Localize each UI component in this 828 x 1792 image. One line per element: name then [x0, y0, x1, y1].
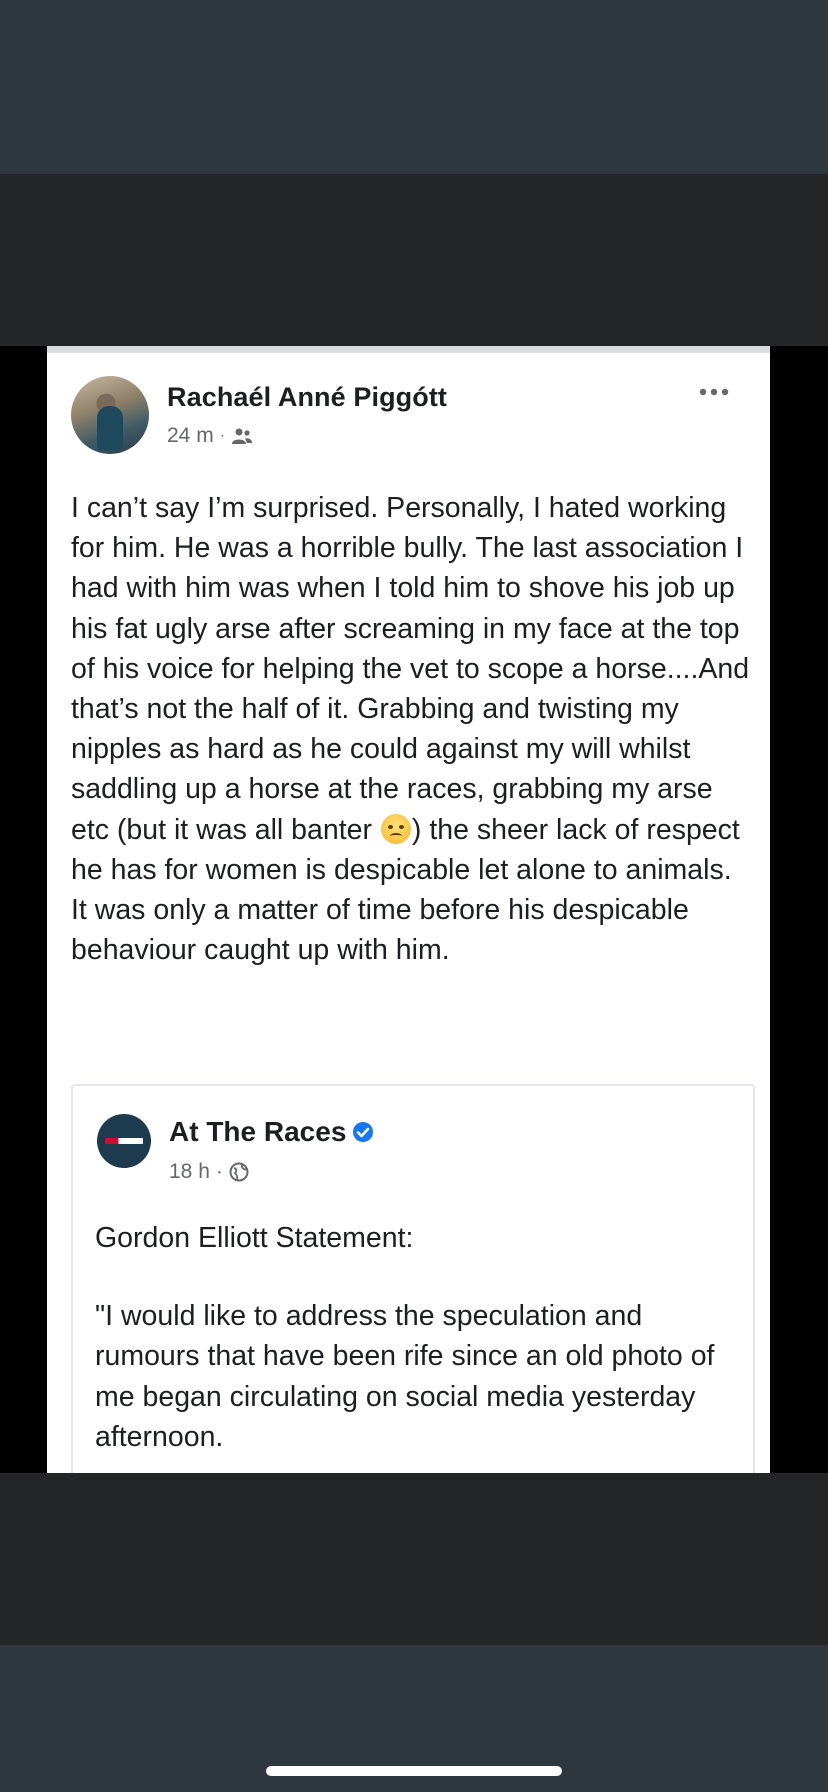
rolling-eyes-emoji-icon	[380, 813, 411, 844]
post-time[interactable]: 24 m	[167, 424, 214, 448]
post-card: Rachaél Anné Piggótt 24 m · I can’t say …	[47, 346, 770, 1473]
shared-post-title: Gordon Elliott Statement:	[95, 1222, 414, 1254]
shared-author-row: At The Races	[169, 1116, 374, 1148]
shared-post-quote: "I would like to address the speculation…	[95, 1300, 715, 1453]
left-margin	[0, 346, 47, 1473]
globe-icon	[229, 1162, 249, 1182]
more-dots-icon[interactable]	[698, 386, 730, 398]
author-avatar[interactable]	[71, 376, 149, 454]
shared-author-name[interactable]: At The Races	[169, 1116, 346, 1148]
verified-badge-icon	[352, 1121, 374, 1143]
shared-meta-separator: ·	[215, 1160, 223, 1183]
top-band	[0, 0, 828, 174]
post-text: I can’t say I’m surprised. Personally, I…	[71, 488, 751, 970]
bottom-dark-band	[0, 1473, 828, 1645]
post-meta: 24 m ·	[167, 424, 253, 448]
card-top-border	[47, 346, 770, 353]
shared-post-time[interactable]: 18 h	[169, 1160, 210, 1184]
friends-icon	[231, 427, 253, 445]
shared-author-avatar[interactable]	[97, 1114, 151, 1168]
post-text-part1: I can’t say I’m surprised. Personally, I…	[71, 492, 750, 846]
home-indicator[interactable]	[266, 1766, 562, 1776]
shared-post[interactable]: At The Races 18 h · Gordon Elliott State…	[71, 1084, 755, 1473]
author-name[interactable]: Rachaél Anné Piggótt	[167, 382, 447, 413]
shared-post-meta: 18 h ·	[169, 1160, 249, 1184]
shared-post-text: Gordon Elliott Statement: "I would like …	[95, 1218, 735, 1457]
top-dark-band	[0, 174, 828, 346]
meta-separator: ·	[219, 427, 226, 444]
right-margin	[770, 346, 828, 1473]
